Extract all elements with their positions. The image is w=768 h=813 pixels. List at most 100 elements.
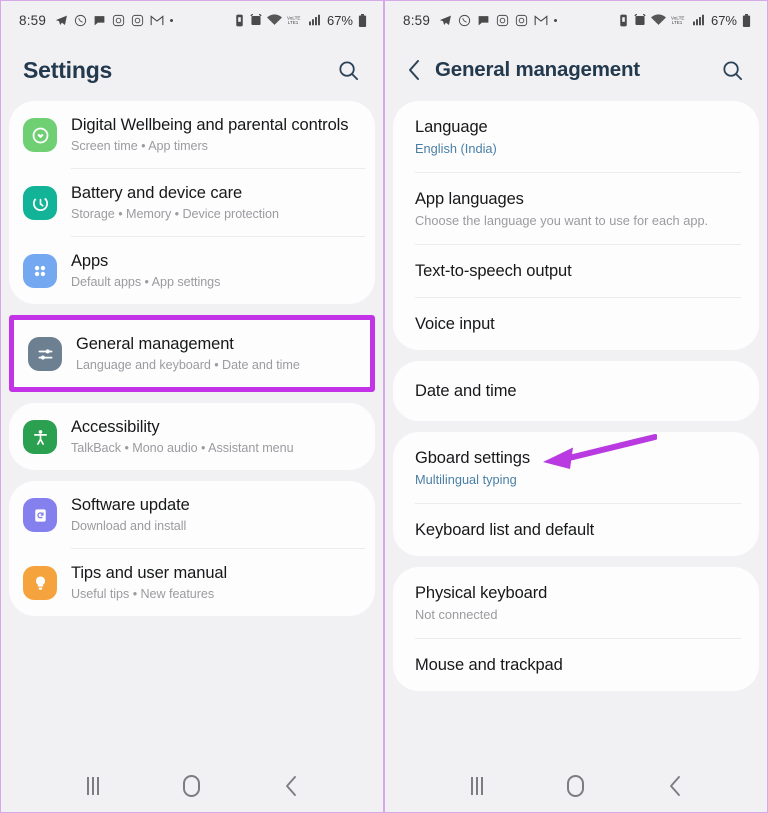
settings-item-title: Digital Wellbeing and parental controls [71, 116, 349, 134]
settings-item-subtitle: TalkBack • Mono audio • Assistant menu [71, 441, 294, 455]
settings-group-2: General management Language and keyboard… [14, 320, 370, 387]
gmail-icon [150, 14, 164, 27]
highlight-box-general-management: General management Language and keyboard… [9, 315, 375, 392]
gm-item-title: Date and time [415, 382, 517, 400]
settings-item-digital-wellbeing[interactable]: Digital Wellbeing and parental controls … [9, 101, 375, 168]
left-phone-screen: 8:59 VoLTE LTE1 67% Settings Digital Wel… [0, 0, 384, 813]
settings-app-bar: Settings [1, 39, 383, 101]
settings-item-battery-device-care[interactable]: Battery and device care Storage • Memory… [9, 169, 375, 236]
gm-item-title: Physical keyboard [415, 584, 548, 602]
settings-list[interactable]: Digital Wellbeing and parental controls … [1, 101, 383, 759]
settings-item-accessibility[interactable]: Accessibility TalkBack • Mono audio • As… [9, 403, 375, 470]
settings-item-title: Tips and user manual [71, 564, 228, 582]
battery-percent-label: 67% [326, 12, 353, 28]
settings-item-subtitle: Storage • Memory • Device protection [71, 207, 279, 221]
gm-item-title: Voice input [415, 315, 495, 333]
recents-button[interactable] [454, 766, 500, 806]
gm-item-subtitle: Not connected [415, 607, 498, 622]
general-management-app-bar: General management [385, 39, 767, 101]
settings-item-subtitle: Download and install [71, 519, 187, 533]
settings-item-software-update[interactable]: Software update Download and install [9, 481, 375, 548]
gm-item-language[interactable]: Language English (India) [393, 101, 759, 172]
instagram-icon [496, 14, 509, 27]
gm-item-gboard-settings[interactable]: Gboard settings Multilingual typing [393, 432, 759, 503]
digital-wellbeing-icon [23, 118, 57, 152]
gm-item-app-languages[interactable]: App languages Choose the language you wa… [393, 173, 759, 244]
dual-screenshot-stage: 8:59 VoLTE LTE1 67% Settings Digital Wel… [0, 0, 768, 813]
settings-item-subtitle: Language and keyboard • Date and time [76, 358, 300, 372]
settings-item-title: Software update [71, 496, 190, 514]
signal-icon [308, 14, 321, 26]
whatsapp-icon [74, 14, 87, 27]
svg-text:VoLTE: VoLTE [287, 15, 300, 20]
battery-icon [742, 13, 751, 27]
search-icon[interactable] [331, 53, 365, 87]
chevron-left-icon[interactable] [397, 53, 431, 87]
gm-item-title: Gboard settings [415, 449, 530, 467]
settings-group-3: Accessibility TalkBack • Mono audio • As… [9, 403, 375, 470]
accessibility-icon [23, 420, 57, 454]
sliders-icon [28, 337, 62, 371]
gmail-icon [534, 14, 548, 27]
gm-item-title: Text-to-speech output [415, 262, 572, 280]
settings-item-title: Accessibility [71, 418, 160, 436]
back-button[interactable] [652, 766, 698, 806]
settings-item-title: Battery and device care [71, 184, 243, 202]
gm-item-physical-keyboard[interactable]: Physical keyboard Not connected [393, 567, 759, 638]
general-management-list[interactable]: Language English (India) App languages C… [385, 101, 767, 759]
status-notification-icons [439, 14, 558, 27]
alarm-icon [250, 13, 262, 27]
alarm-icon [634, 13, 646, 27]
page-title: General management [435, 58, 640, 81]
status-notification-icons [55, 14, 174, 27]
home-button[interactable] [553, 766, 599, 806]
battery-care-icon [23, 186, 57, 220]
home-button[interactable] [169, 766, 215, 806]
gm-item-title: Mouse and trackpad [415, 656, 563, 674]
status-time: 8:59 [403, 12, 431, 28]
volte-icon: VoLTE LTE1 [671, 14, 688, 26]
gm-item-mouse-and-trackpad[interactable]: Mouse and trackpad [393, 639, 759, 691]
status-system-icons: VoLTE LTE1 67% [234, 13, 367, 28]
lightbulb-icon [23, 566, 57, 600]
status-time: 8:59 [19, 12, 47, 28]
vibrate-icon [234, 14, 245, 27]
settings-item-tips-user-manual[interactable]: Tips and user manual Useful tips • New f… [9, 549, 375, 616]
gm-item-text-to-speech[interactable]: Text-to-speech output [393, 245, 759, 297]
gm-group-4: Physical keyboard Not connected Mouse an… [393, 567, 759, 691]
navigation-bar-right[interactable] [385, 759, 767, 812]
vibrate-icon [618, 14, 629, 27]
status-bar-left: 8:59 VoLTE LTE1 67% [1, 1, 383, 39]
navigation-bar-left[interactable] [1, 759, 383, 812]
gm-group-1: Language English (India) App languages C… [393, 101, 759, 350]
dot-icon [170, 18, 174, 22]
chat-icon [93, 14, 106, 27]
gm-item-title: Language [415, 118, 488, 136]
gm-item-keyboard-list-default[interactable]: Keyboard list and default [393, 504, 759, 556]
svg-text:LTE1: LTE1 [672, 20, 683, 25]
settings-item-general-management[interactable]: General management Language and keyboard… [14, 320, 370, 387]
dot-icon [554, 18, 558, 22]
instagram-alt-icon [131, 14, 144, 27]
apps-icon [23, 254, 57, 288]
gm-group-2: Date and time [393, 361, 759, 421]
gm-item-date-and-time[interactable]: Date and time [393, 361, 759, 421]
volte-icon: VoLTE LTE1 [287, 14, 304, 26]
gm-item-voice-input[interactable]: Voice input [393, 298, 759, 350]
back-button[interactable] [268, 766, 314, 806]
gm-item-subtitle: English (India) [415, 141, 497, 156]
settings-item-apps[interactable]: Apps Default apps • App settings [9, 237, 375, 304]
settings-item-title: Apps [71, 252, 109, 270]
battery-icon [358, 13, 367, 27]
recents-button[interactable] [70, 766, 116, 806]
gm-item-title: App languages [415, 190, 524, 208]
instagram-icon [112, 14, 125, 27]
settings-group-1: Digital Wellbeing and parental controls … [9, 101, 375, 304]
wifi-icon [266, 14, 282, 26]
telegram-icon [439, 14, 452, 27]
telegram-icon [55, 14, 68, 27]
search-icon[interactable] [715, 53, 749, 87]
settings-group-4: Software update Download and install Tip… [9, 481, 375, 616]
status-system-icons: VoLTE LTE1 67% [618, 13, 751, 28]
battery-percent-label: 67% [710, 12, 737, 28]
